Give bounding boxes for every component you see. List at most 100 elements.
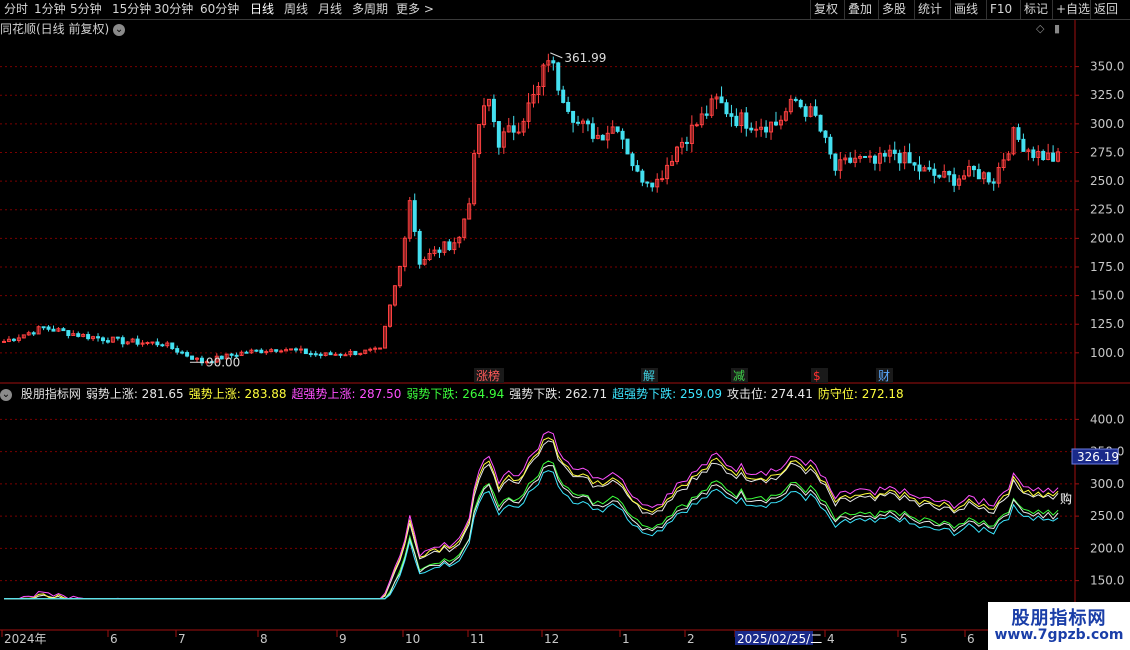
- candle-body: [645, 181, 650, 184]
- candle-body: [882, 153, 887, 157]
- x-tick-label: 12: [544, 632, 559, 646]
- indicator-menu-icon[interactable]: ⌄: [0, 388, 12, 401]
- candle-body: [576, 121, 581, 124]
- candle-body: [600, 134, 605, 141]
- candle-body: [694, 124, 699, 127]
- indicator-value-5: 超强势下跌: 259.09: [612, 387, 722, 401]
- candle-body: [571, 110, 576, 123]
- candle-body: [115, 336, 120, 339]
- candle-body: [447, 241, 452, 251]
- candle-body: [947, 171, 952, 176]
- candle-body: [1051, 152, 1056, 162]
- candle-body: [516, 131, 521, 134]
- candle-body: [368, 348, 373, 351]
- candle-body: [303, 348, 308, 355]
- watermark: 股朋指标网 www.7gpzb.com: [988, 602, 1130, 650]
- event-marker-4: 财: [878, 369, 890, 383]
- candle-body: [927, 167, 932, 170]
- candle-body: [66, 330, 71, 337]
- candle-body: [971, 165, 976, 171]
- candle-body: [308, 353, 313, 356]
- x-tick-label: 1: [622, 632, 630, 646]
- indicator-legend: ⌄ 股朋指标网 弱势上涨: 281.65 强势上涨: 283.88 超强势上涨: 28…: [0, 385, 909, 403]
- candle-body: [872, 155, 877, 164]
- candle-body: [734, 115, 739, 127]
- candle-body: [615, 126, 620, 132]
- candle-body: [719, 96, 724, 104]
- candle-body: [318, 353, 323, 356]
- candle-body: [590, 123, 595, 139]
- candle-body: [986, 172, 991, 183]
- candle-body: [932, 168, 937, 176]
- candle-body: [729, 113, 734, 117]
- candle-body: [704, 113, 709, 116]
- candle-body: [496, 121, 501, 148]
- candle-body: [105, 340, 110, 343]
- candle-body: [620, 130, 625, 140]
- candle-body: [561, 89, 566, 103]
- candle-body: [1016, 127, 1021, 140]
- y-tick-label: 400.0: [1090, 412, 1124, 426]
- candle-body: [31, 332, 36, 335]
- candle-body: [437, 249, 442, 253]
- x-tick-label: 10: [405, 632, 420, 646]
- event-marker-1: 解: [643, 369, 655, 383]
- candle-body: [991, 181, 996, 184]
- candle-body: [773, 121, 778, 126]
- candle-body: [833, 153, 838, 171]
- candle-body: [96, 336, 101, 339]
- candle-body: [635, 165, 640, 172]
- candle-body: [135, 338, 140, 345]
- candle-body: [1031, 149, 1036, 158]
- candle-body: [41, 326, 46, 329]
- x-tick-label: 5: [900, 632, 908, 646]
- candle-body: [333, 353, 338, 356]
- candle-body: [343, 354, 348, 357]
- candle-body: [51, 328, 56, 332]
- candle-body: [328, 352, 333, 356]
- candle-body: [378, 347, 383, 350]
- y-tick-label: 350.0: [1090, 60, 1124, 74]
- y-tick-label: 325.0: [1090, 88, 1124, 102]
- candle-body: [764, 126, 769, 133]
- candle-body: [937, 174, 942, 178]
- indicator-value-2: 超强势上涨: 287.50: [291, 387, 402, 401]
- y-tick-label: 150.0: [1090, 574, 1124, 588]
- event-marker-0: 涨榜: [476, 368, 500, 383]
- candle-body: [868, 155, 873, 158]
- candle-body: [551, 60, 556, 64]
- candle-body: [1021, 138, 1026, 152]
- y-tick-label: 175.0: [1090, 260, 1124, 274]
- candle-body: [298, 348, 303, 351]
- candle-body: [863, 156, 868, 159]
- candle-body: [1041, 150, 1046, 161]
- candle-body: [150, 341, 155, 344]
- x-tick-label: 9: [339, 632, 347, 646]
- y-tick-label: 275.0: [1090, 145, 1124, 159]
- candle-body: [566, 101, 571, 112]
- indicator-value-3: 弱势下跌: 264.94: [406, 387, 505, 401]
- y-tick-label: 225.0: [1090, 203, 1124, 217]
- candle-body: [491, 98, 496, 123]
- candle-body: [259, 349, 264, 354]
- candle-body: [556, 62, 561, 91]
- candle-body: [640, 170, 645, 183]
- candle-body: [952, 174, 957, 186]
- low-label: 90.00: [206, 355, 240, 369]
- candle-body: [684, 141, 689, 144]
- candle-body: [11, 338, 16, 341]
- candle-body: [976, 169, 981, 180]
- candle-body: [145, 341, 150, 344]
- candle-body: [353, 350, 358, 356]
- candle-body: [289, 348, 294, 351]
- candle-body: [724, 102, 729, 115]
- candle-body: [585, 120, 590, 125]
- x-tick-label: 2024年: [4, 632, 47, 646]
- event-marker-2: 减: [733, 369, 745, 383]
- y-tick-label: 125.0: [1090, 317, 1124, 331]
- candle-body: [793, 98, 798, 101]
- candle-body: [2, 340, 6, 343]
- candle-body: [625, 138, 630, 155]
- buy-label: 购: [1060, 491, 1072, 506]
- cursor-value: 326.19: [1077, 450, 1119, 464]
